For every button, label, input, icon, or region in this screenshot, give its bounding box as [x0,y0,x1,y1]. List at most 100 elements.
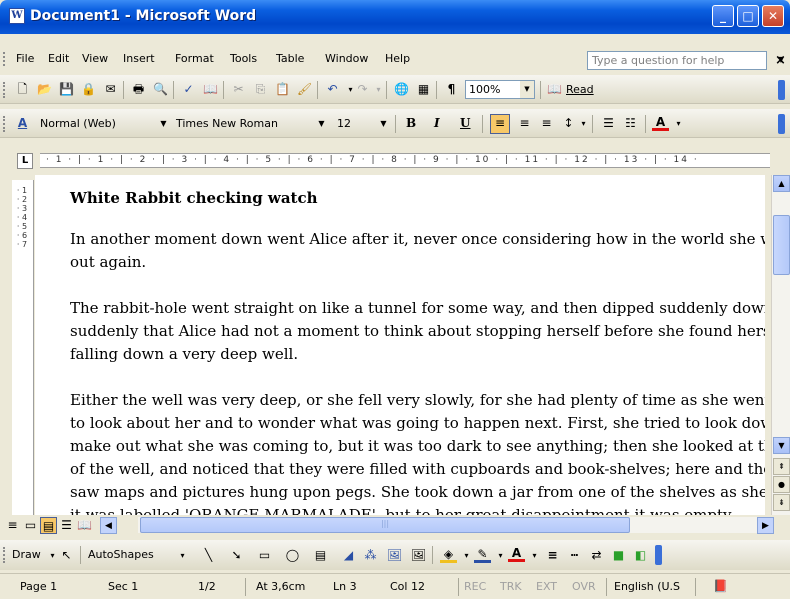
font-color-icon[interactable]: A [508,545,525,562]
font-select[interactable]: Times New Roman [172,114,312,133]
reading-layout-icon[interactable]: 📖 [76,517,93,534]
vertical-ruler[interactable]: · 1 · 2 · 3 · 4 · 5 · 6 · 7 [12,180,34,515]
line-color-dropdown-icon[interactable]: ▾ [492,547,509,564]
email-icon[interactable]: ✉ [102,81,119,98]
scroll-right-icon[interactable]: ▶ [757,517,774,534]
menu-view[interactable]: View [82,52,108,65]
horizontal-scroll-thumb[interactable]: ||| [140,517,630,533]
new-icon[interactable]: 🗋 [14,81,31,98]
print-preview-icon[interactable]: 🔍 [152,81,169,98]
title-bar[interactable]: W Document1 - Microsoft Word _ □ ✕ [0,0,790,34]
document-page[interactable]: White Rabbit checking watch In another m… [35,175,765,515]
horizontal-ruler[interactable]: L · 1 · | · 1 · | · 2 · | · 3 · | · 4 · … [0,145,790,175]
scroll-down-icon[interactable]: ▼ [773,437,790,454]
menu-help[interactable]: Help [385,52,410,65]
permission-icon[interactable]: 🔒 [80,81,97,98]
3d-style-icon[interactable]: ◧ [632,547,649,564]
status-language[interactable]: English (U.S [614,580,680,593]
previous-page-icon[interactable]: ⇞ [773,458,790,475]
maximize-button[interactable]: □ [737,5,759,27]
size-select[interactable]: 12 [333,114,373,133]
numbering-icon[interactable]: ☰ [600,115,617,132]
diagram-icon[interactable]: ⁂ [362,547,379,564]
line-style-icon[interactable]: ≡ [544,547,561,564]
scroll-up-icon[interactable]: ▲ [773,175,790,192]
menu-grip[interactable] [3,52,6,66]
fill-color-dropdown-icon[interactable]: ▾ [458,547,475,564]
size-dropdown-icon[interactable]: ▼ [375,115,392,132]
zoom-dropdown-icon[interactable]: ▼ [520,81,534,98]
style-select[interactable]: Normal (Web) [36,114,140,133]
status-trk[interactable]: TRK [500,580,522,593]
align-center-icon[interactable]: ≡ [516,115,533,132]
bullets-icon[interactable]: ☷ [622,115,639,132]
shadow-style-icon[interactable]: ■ [610,547,627,564]
autoshapes-dropdown-icon[interactable]: ▾ [174,547,191,564]
minimize-button[interactable]: _ [712,5,734,27]
fill-color-icon[interactable]: ◈ [440,546,457,563]
spelling-icon[interactable]: ✓ [180,81,197,98]
underline-button[interactable]: U [460,116,470,130]
toolbar-grip[interactable] [3,82,6,98]
autoshapes-menu-button[interactable]: AutoShapes [88,548,154,561]
print-icon[interactable]: 🖶 [130,81,147,98]
font-color-icon[interactable]: A [652,114,669,131]
menu-window[interactable]: Window [325,52,368,65]
print-layout-icon[interactable]: ▤ [40,517,57,534]
line-icon[interactable]: ╲ [200,547,217,564]
help-question-box[interactable]: Type a question for help ▼ [587,51,784,70]
show-hide-icon[interactable]: ¶ [443,81,460,98]
close-document-icon[interactable]: × [775,53,786,68]
document-content[interactable]: White Rabbit checking watch In another m… [70,187,765,515]
menu-file[interactable]: File [16,52,34,65]
font-dropdown-icon[interactable]: ▼ [313,115,330,132]
wordart-icon[interactable]: ◢ [340,547,357,564]
cut-icon[interactable]: ✂ [230,81,247,98]
bold-button[interactable]: B [406,116,416,130]
next-page-icon[interactable]: ⇟ [773,494,790,511]
text-box-icon[interactable]: ▤ [312,547,329,564]
vertical-scrollbar[interactable]: ▲ ▼ ⇞ ● ⇟ [771,175,790,515]
style-dropdown-icon[interactable]: ▼ [155,115,172,132]
vertical-scroll-thumb[interactable] [773,215,790,275]
word-app-icon[interactable]: W [9,8,25,24]
scroll-left-icon[interactable]: ◀ [100,517,117,534]
toolbar-options-icon[interactable] [778,114,785,134]
toolbar-grip[interactable] [3,547,6,563]
zoom-select[interactable]: 100% ▼ [465,80,535,99]
arrow-style-icon[interactable]: ⇄ [588,547,605,564]
redo-dropdown-icon[interactable]: ▾ [370,81,387,98]
research-icon[interactable]: 📖 [202,81,219,98]
tab-selector[interactable]: L [17,153,33,169]
copy-icon[interactable]: ⎘ [252,81,269,98]
select-browse-object-icon[interactable]: ● [773,476,790,493]
paste-icon[interactable]: 📋 [274,81,291,98]
toolbar-grip[interactable] [3,116,6,132]
line-spacing-dropdown-icon[interactable]: ▾ [575,115,592,132]
undo-icon[interactable]: ↶ [324,81,341,98]
rectangle-icon[interactable]: ▭ [256,547,273,564]
clip-art-icon[interactable]: 🖼 [386,547,403,564]
read-icon[interactable]: 📖 [546,81,563,98]
menu-tools[interactable]: Tools [230,52,257,65]
close-button[interactable]: ✕ [762,5,784,27]
ruler-bar[interactable]: · 1 · | · 1 · | · 2 · | · 3 · | · 4 · | … [40,153,770,168]
web-layout-icon[interactable]: ▭ [22,517,39,534]
font-color-dropdown-icon[interactable]: ▾ [526,547,543,564]
status-ovr[interactable]: OVR [572,580,596,593]
draw-menu-button[interactable]: Draw [12,548,41,561]
oval-icon[interactable]: ◯ [284,547,301,564]
italic-button[interactable]: I [434,116,440,130]
outline-view-icon[interactable]: ☰ [58,517,75,534]
spelling-status-icon[interactable]: 📕 [712,578,729,595]
hyperlink-icon[interactable]: 🌐 [393,81,410,98]
toolbar-options-icon[interactable] [778,80,785,100]
line-color-icon[interactable]: ✎ [474,546,491,563]
status-ext[interactable]: EXT [536,580,557,593]
arrow-icon[interactable]: ➘ [228,547,245,564]
menu-format[interactable]: Format [175,52,214,65]
toolbar-options-icon[interactable] [655,545,662,565]
styles-formatting-icon[interactable]: A [14,115,31,132]
tables-borders-icon[interactable]: ▦ [415,81,432,98]
open-icon[interactable]: 📂 [36,81,53,98]
